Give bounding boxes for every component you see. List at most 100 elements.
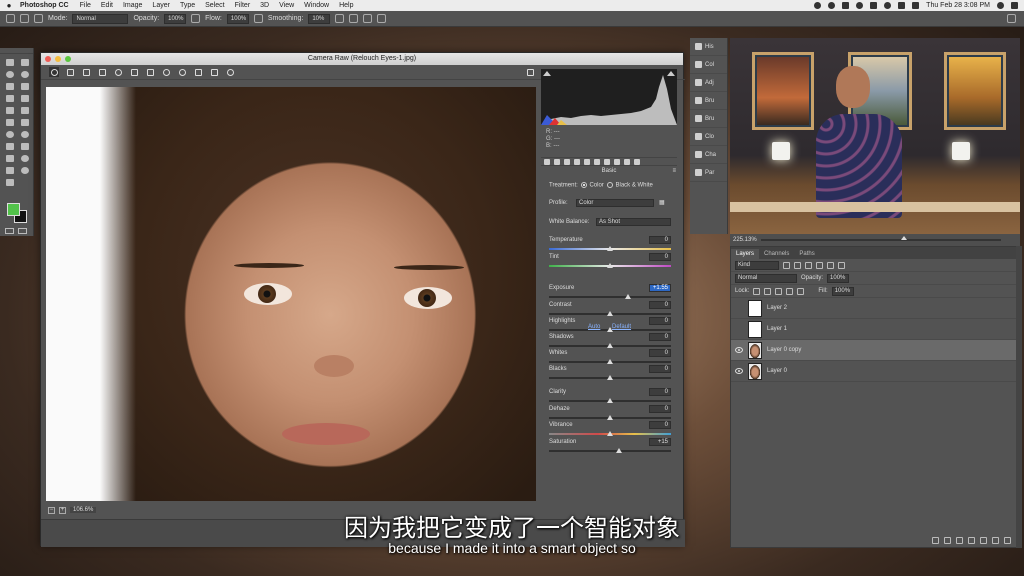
menu-3d[interactable]: 3D <box>255 2 274 9</box>
lock-artboard-icon[interactable] <box>786 287 794 295</box>
bluetooth-icon[interactable] <box>870 2 878 9</box>
apple-icon[interactable]: ● <box>0 1 18 10</box>
split-toning-icon[interactable] <box>584 158 590 165</box>
more-tools-icon[interactable] <box>4 177 16 188</box>
volume-icon[interactable] <box>912 2 920 9</box>
hand-tool-icon[interactable] <box>4 165 16 176</box>
basic-panel-icon[interactable] <box>544 158 550 165</box>
slider-value-field[interactable]: 0 <box>649 301 671 309</box>
eyedropper-tool-icon[interactable] <box>19 81 31 92</box>
menu-type[interactable]: Type <box>175 2 200 9</box>
auto-link[interactable]: Auto <box>588 324 600 330</box>
filter-smart-object-icon[interactable] <box>827 261 834 269</box>
app-menu[interactable]: Photoshop CC <box>18 2 75 9</box>
visibility-eye-icon[interactable] <box>735 368 743 374</box>
opacity-field[interactable]: 100% <box>164 13 187 24</box>
slider-value-field[interactable]: 0 <box>649 333 671 341</box>
filter-adjustment-icon[interactable] <box>794 261 801 269</box>
mode-select[interactable]: Normal <box>72 13 129 24</box>
visibility-eye-icon[interactable] <box>735 326 743 332</box>
history-brush-tool-icon[interactable] <box>19 105 31 116</box>
visibility-eye-icon[interactable] <box>735 305 743 311</box>
slider-value-field[interactable]: +15 <box>649 438 671 446</box>
targeted-adjustment-tool-icon[interactable] <box>113 67 123 77</box>
profile-browser-icon[interactable]: ▦ <box>659 199 665 206</box>
path-select-tool-icon[interactable] <box>4 153 16 164</box>
color-sampler-tool-icon[interactable] <box>97 67 107 77</box>
brush-tool-icon[interactable] <box>6 14 15 23</box>
status-icon-2[interactable] <box>828 2 836 9</box>
clock-status-icon[interactable] <box>856 2 864 9</box>
healing-tool-icon[interactable] <box>4 93 16 104</box>
tab-channels[interactable]: Channels <box>759 249 794 259</box>
layer-filter-select[interactable]: Kind <box>735 260 779 270</box>
fill-field[interactable]: 100% <box>831 286 854 296</box>
default-link[interactable]: Default <box>612 324 631 330</box>
blend-mode-select[interactable]: Normal <box>735 273 797 283</box>
menu-window[interactable]: Window <box>299 2 334 9</box>
close-window-icon[interactable] <box>45 56 51 62</box>
workspace-icon[interactable] <box>1007 14 1016 23</box>
layer-row[interactable]: Layer 1 <box>731 319 1019 340</box>
profile-select[interactable]: Color <box>576 199 654 207</box>
slider-thumb[interactable] <box>607 398 613 403</box>
menu-layer[interactable]: Layer <box>147 2 175 9</box>
quick-mask-icon[interactable] <box>5 228 14 234</box>
radial-filter-tool-icon[interactable] <box>225 67 235 77</box>
pressure-size-icon[interactable] <box>363 14 373 23</box>
angle-icon[interactable] <box>349 14 359 23</box>
airbrush-icon[interactable] <box>253 14 263 23</box>
screen-mode-icon[interactable] <box>18 228 27 234</box>
airplay-icon[interactable] <box>898 2 906 9</box>
search-icon[interactable] <box>997 2 1004 9</box>
menu-edit[interactable]: Edit <box>96 2 118 9</box>
eraser-tool-icon[interactable] <box>4 117 16 128</box>
slider-value-field[interactable]: +1.55 <box>649 284 671 292</box>
stamp-tool-icon[interactable] <box>4 105 16 116</box>
crop-tool-icon[interactable] <box>129 67 139 77</box>
slider-value-field[interactable]: 0 <box>649 349 671 357</box>
filter-shape-icon[interactable] <box>816 261 823 269</box>
type-tool-icon[interactable] <box>19 141 31 152</box>
status-icon-3[interactable] <box>842 2 850 9</box>
treatment-color-radio[interactable] <box>581 182 588 188</box>
straighten-tool-icon[interactable] <box>145 67 155 77</box>
slider-thumb[interactable] <box>607 311 613 316</box>
color-panel-button[interactable]: Col <box>690 56 727 74</box>
slider-value-field[interactable]: 0 <box>649 317 671 325</box>
presets-icon[interactable] <box>624 158 630 165</box>
slider-thumb[interactable] <box>607 359 613 364</box>
white-balance-tool-icon[interactable] <box>81 67 91 77</box>
slider-value-field[interactable]: 0 <box>649 405 671 413</box>
open-preferences-icon[interactable] <box>525 67 535 77</box>
slider-track[interactable] <box>549 296 671 298</box>
slider-value-field[interactable]: 0 <box>649 236 671 244</box>
layer-row[interactable]: Layer 0 copy <box>731 340 1019 361</box>
character-panel-button[interactable]: Cha <box>690 146 727 164</box>
slider-value-field[interactable]: 0 <box>649 253 671 261</box>
white-balance-select[interactable]: As Shot <box>596 218 671 226</box>
filter-pixel-icon[interactable] <box>783 261 790 269</box>
lock-all-icon[interactable] <box>797 287 805 295</box>
paragraph-panel-button[interactable]: Par <box>690 164 727 182</box>
slider-value-field[interactable]: 0 <box>649 365 671 373</box>
brush-settings-panel-button[interactable]: Bru <box>690 110 727 128</box>
snapshots-icon[interactable] <box>634 158 640 165</box>
wifi-icon[interactable] <box>884 2 892 9</box>
minimize-window-icon[interactable] <box>55 56 61 62</box>
brush-tool-icon[interactable] <box>19 93 31 104</box>
filter-type-icon[interactable] <box>805 261 812 269</box>
lock-pixels-icon[interactable] <box>764 287 772 295</box>
red-eye-tool-icon[interactable] <box>177 67 187 77</box>
menu-image[interactable]: Image <box>118 2 147 9</box>
layer-row[interactable]: Layer 0 <box>731 361 1019 382</box>
pen-tool-icon[interactable] <box>4 141 16 152</box>
brush-preset-icon[interactable] <box>20 14 29 23</box>
adjustments-panel-button[interactable]: Adj <box>690 74 727 92</box>
hsl-icon[interactable] <box>574 158 580 165</box>
lens-corrections-icon[interactable] <box>594 158 600 165</box>
slider-value-field[interactable]: 0 <box>649 388 671 396</box>
slider-thumb[interactable] <box>607 246 613 251</box>
smoothing-field[interactable]: 10% <box>308 13 331 24</box>
symmetry-icon[interactable] <box>377 14 387 23</box>
